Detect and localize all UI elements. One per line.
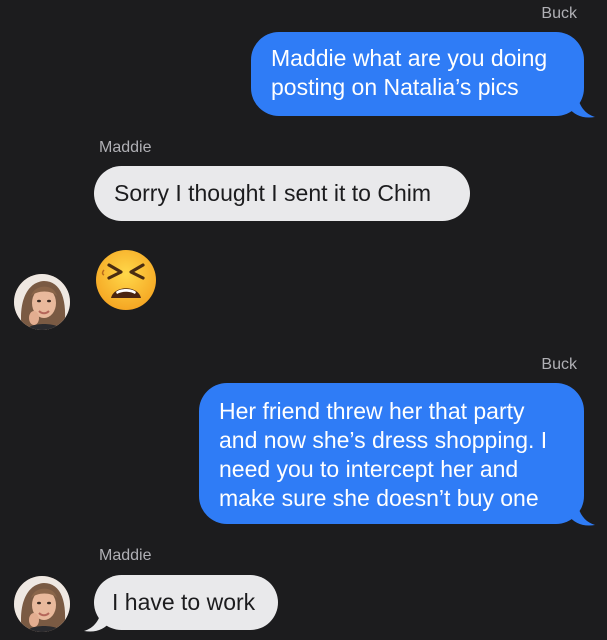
message-text: Her friend threw her that party and now … — [219, 398, 548, 511]
message-text: Sorry I thought I sent it to Chim — [114, 180, 432, 206]
message-bubble-incoming[interactable]: Sorry I thought I sent it to Chim — [94, 166, 470, 221]
message-thread: Buck Maddie what are you doing posting o… — [0, 0, 607, 640]
tired-face-emoji-icon — [96, 250, 156, 310]
message-bubble-incoming[interactable]: I have to work — [94, 575, 278, 630]
message-text: Maddie what are you doing posting on Nat… — [271, 45, 548, 100]
avatar-photo — [14, 274, 70, 330]
avatar[interactable] — [14, 274, 70, 330]
bubble-tail — [84, 608, 110, 632]
avatar-photo — [14, 576, 70, 632]
message-bubble-outgoing[interactable]: Her friend threw her that party and now … — [199, 383, 584, 524]
sender-label: Maddie — [99, 547, 152, 564]
sender-label: Buck — [541, 5, 577, 22]
sender-label: Buck — [541, 356, 577, 373]
message-text: I have to work — [112, 589, 256, 615]
avatar[interactable] — [14, 576, 70, 632]
bubble-tail — [569, 94, 595, 118]
bubble-tail — [569, 502, 595, 526]
sender-label: Maddie — [99, 139, 152, 156]
message-bubble-outgoing[interactable]: Maddie what are you doing posting on Nat… — [251, 32, 584, 116]
